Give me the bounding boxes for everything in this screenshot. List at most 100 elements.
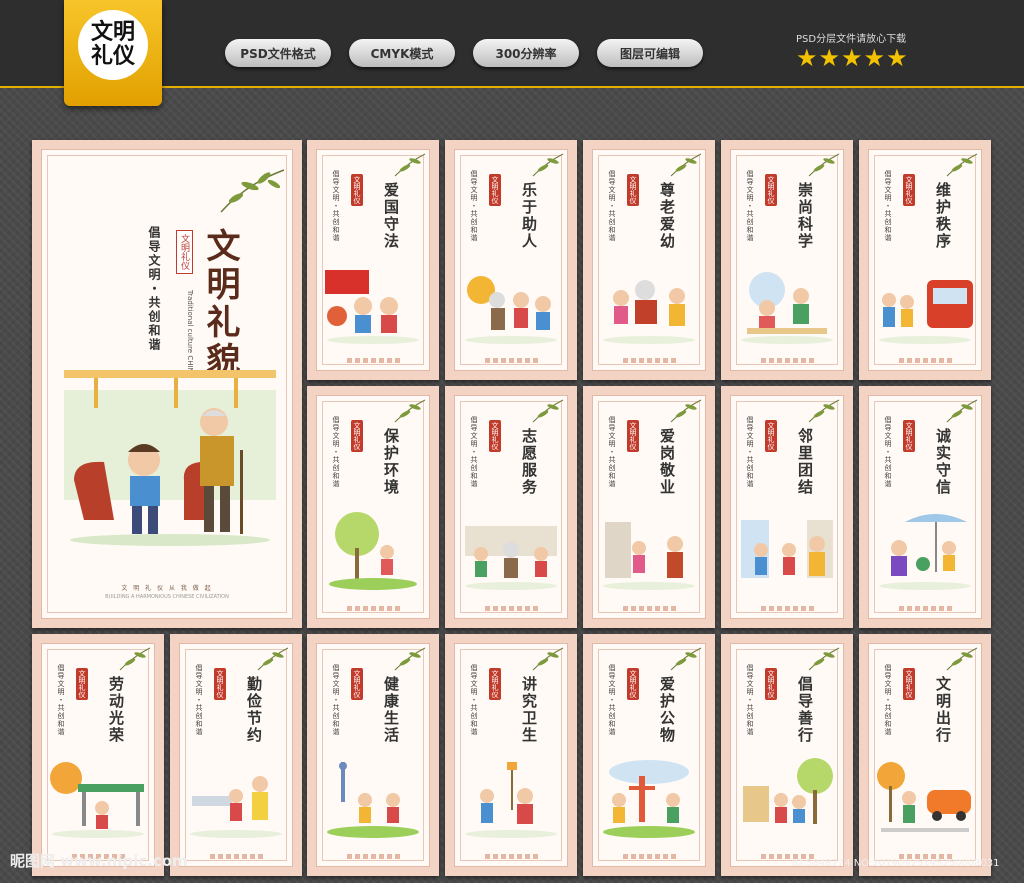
download-note: PSD分层文件请放心下载: [796, 34, 907, 45]
poster-seal: 文明礼仪: [489, 420, 501, 452]
bamboo-branch-icon: [532, 153, 564, 177]
bamboo-branch-icon: [532, 647, 564, 671]
poster-footer-pattern: [593, 358, 705, 364]
environment-illustration: [329, 512, 417, 590]
bamboo-branch-icon: [670, 399, 702, 423]
poster-slogan: 倡导文明・共创和谐: [57, 664, 65, 736]
poster-title: 邻里团结: [796, 428, 814, 496]
poster-title: 诚实守信: [934, 428, 952, 496]
poster-seal: 文明礼仪: [351, 668, 363, 700]
poster-card: 倡导文明・共创和谐 文明礼仪 崇尚科学: [721, 140, 853, 380]
poster-title: 维护秩序: [934, 182, 952, 250]
poster-card: 倡导文明・共创和谐 文明礼仪 爱国守法: [307, 140, 439, 380]
pill-300-dpi: 300分辨率: [473, 39, 579, 67]
logo-text: 文明 礼仪: [78, 10, 148, 80]
poster-slogan: 倡导文明・共创和谐: [884, 664, 892, 736]
neighbors-illustration: [741, 520, 833, 578]
poster-card: 倡导文明・共创和谐 文明礼仪 爱护公物: [583, 634, 715, 876]
volunteer-illustration: [465, 526, 557, 590]
poster-card: 倡导文明・共创和谐 文明礼仪 勤俭节约: [170, 634, 302, 876]
dedication-illustration: [603, 522, 695, 590]
bamboo-branch-icon: [946, 399, 978, 423]
bamboo-branch-icon: [532, 399, 564, 423]
poster-seal: 文明礼仪: [903, 174, 915, 206]
poster-title: 爱国守法: [382, 182, 400, 250]
poster-footer-pattern: [180, 854, 292, 860]
poster-card: 倡导文明・共创和谐 文明礼仪 文明出行: [859, 634, 991, 876]
main-english-text: Traditional culture CHINA: [186, 290, 194, 378]
poster-title: 志愿服务: [520, 428, 538, 496]
poster-title: 讲究卫生: [520, 676, 538, 744]
poster-slogan: 倡导文明・共创和谐: [470, 664, 478, 736]
bamboo-branch-icon: [670, 647, 702, 671]
poster-footer-pattern: [593, 854, 705, 860]
bamboo-branch-icon: [394, 399, 426, 423]
science-illustration: [741, 272, 833, 344]
honesty-illustration: [879, 514, 971, 590]
good-deeds-illustration: [743, 758, 833, 824]
poster-card: 倡导文明・共创和谐 文明礼仪 倡导善行: [721, 634, 853, 876]
poster-slogan: 倡导文明・共创和谐: [470, 416, 478, 488]
order-illustration: [879, 280, 973, 344]
poster-seal: 文明礼仪: [627, 668, 639, 700]
poster-footer-pattern: [317, 358, 429, 364]
poster-card: 倡导文明・共创和谐 文明礼仪 乐于助人: [445, 140, 577, 380]
poster-seal: 文明礼仪: [76, 668, 88, 700]
healthy-life-illustration: [327, 762, 419, 838]
poster-card: 倡导文明・共创和谐 文明礼仪 志愿服务: [445, 386, 577, 628]
poster-seal: 文明礼仪: [765, 668, 777, 700]
bamboo-branch-icon: [946, 647, 978, 671]
bamboo-branch-icon: [946, 153, 978, 177]
main-seal: 文明礼仪: [176, 230, 193, 274]
labor-illustration: [50, 762, 144, 838]
poster-title: 文明出行: [934, 676, 952, 744]
poster-seal: 文明礼仪: [765, 420, 777, 452]
patriotism-illustration: [325, 270, 419, 344]
poster-title: 乐于助人: [520, 182, 538, 250]
bamboo-branch-icon: [394, 647, 426, 671]
bamboo-branch-icon: [220, 169, 285, 213]
poster-title: 崇尚科学: [796, 182, 814, 250]
poster-slogan: 倡导文明・共创和谐: [195, 664, 203, 736]
poster-footer-pattern: [317, 854, 429, 860]
poster-card: 倡导文明・共创和谐 文明礼仪 邻里团结: [721, 386, 853, 628]
pill-cmyk-mode: CMYK模式: [349, 39, 455, 67]
bamboo-branch-icon: [670, 153, 702, 177]
poster-slogan: 倡导文明・共创和谐: [608, 170, 616, 242]
poster-seal: 文明礼仪: [627, 420, 639, 452]
pill-layers-editable: 图层可编辑: [597, 39, 703, 67]
poster-seal: 文明礼仪: [903, 420, 915, 452]
poster-footer-pattern: [869, 606, 981, 612]
poster-title: 勤俭节约: [245, 676, 263, 744]
poster-seal: 文明礼仪: [489, 174, 501, 206]
poster-footer-pattern: [455, 854, 567, 860]
bamboo-branch-icon: [394, 153, 426, 177]
poster-slogan: 倡导文明・共创和谐: [746, 416, 754, 488]
poster-slogan: 倡导文明・共创和谐: [884, 170, 892, 242]
bamboo-branch-icon: [119, 647, 151, 671]
poster-slogan: 倡导文明・共创和谐: [746, 170, 754, 242]
poster-seal: 文明礼仪: [765, 174, 777, 206]
hygiene-illustration: [465, 762, 557, 838]
image-id-text: ID:5848774 NO:20190925145250008031: [792, 858, 1000, 869]
poster-title: 劳动光荣: [107, 676, 125, 744]
respect-elders-illustration: [603, 280, 695, 344]
poster-seal: 文明礼仪: [214, 668, 226, 700]
poster-card: 倡导文明・共创和谐 文明礼仪 维护秩序: [859, 140, 991, 380]
poster-slogan: 倡导文明・共创和谐: [608, 416, 616, 488]
bamboo-branch-icon: [808, 399, 840, 423]
main-poster: 倡导文明・共创和谐 文明礼仪 Traditional culture CHINA…: [32, 140, 302, 628]
poster-seal: 文明礼仪: [351, 420, 363, 452]
main-poster-title: 文明礼貌: [200, 228, 240, 380]
bamboo-branch-icon: [257, 647, 289, 671]
poster-title: 爱岗敬业: [658, 428, 676, 496]
poster-seal: 文明礼仪: [903, 668, 915, 700]
helping-others-illustration: [465, 276, 557, 344]
poster-card: 倡导文明・共创和谐 文明礼仪 保护环境: [307, 386, 439, 628]
poster-slogan: 倡导文明・共创和谐: [746, 664, 754, 736]
main-slogan: 倡导文明・共创和谐: [147, 226, 161, 352]
public-property-illustration: [603, 760, 695, 838]
poster-slogan: 倡导文明・共创和谐: [332, 170, 340, 242]
poster-footer-pattern: [731, 358, 843, 364]
logo-badge: 文明 礼仪: [64, 0, 162, 106]
